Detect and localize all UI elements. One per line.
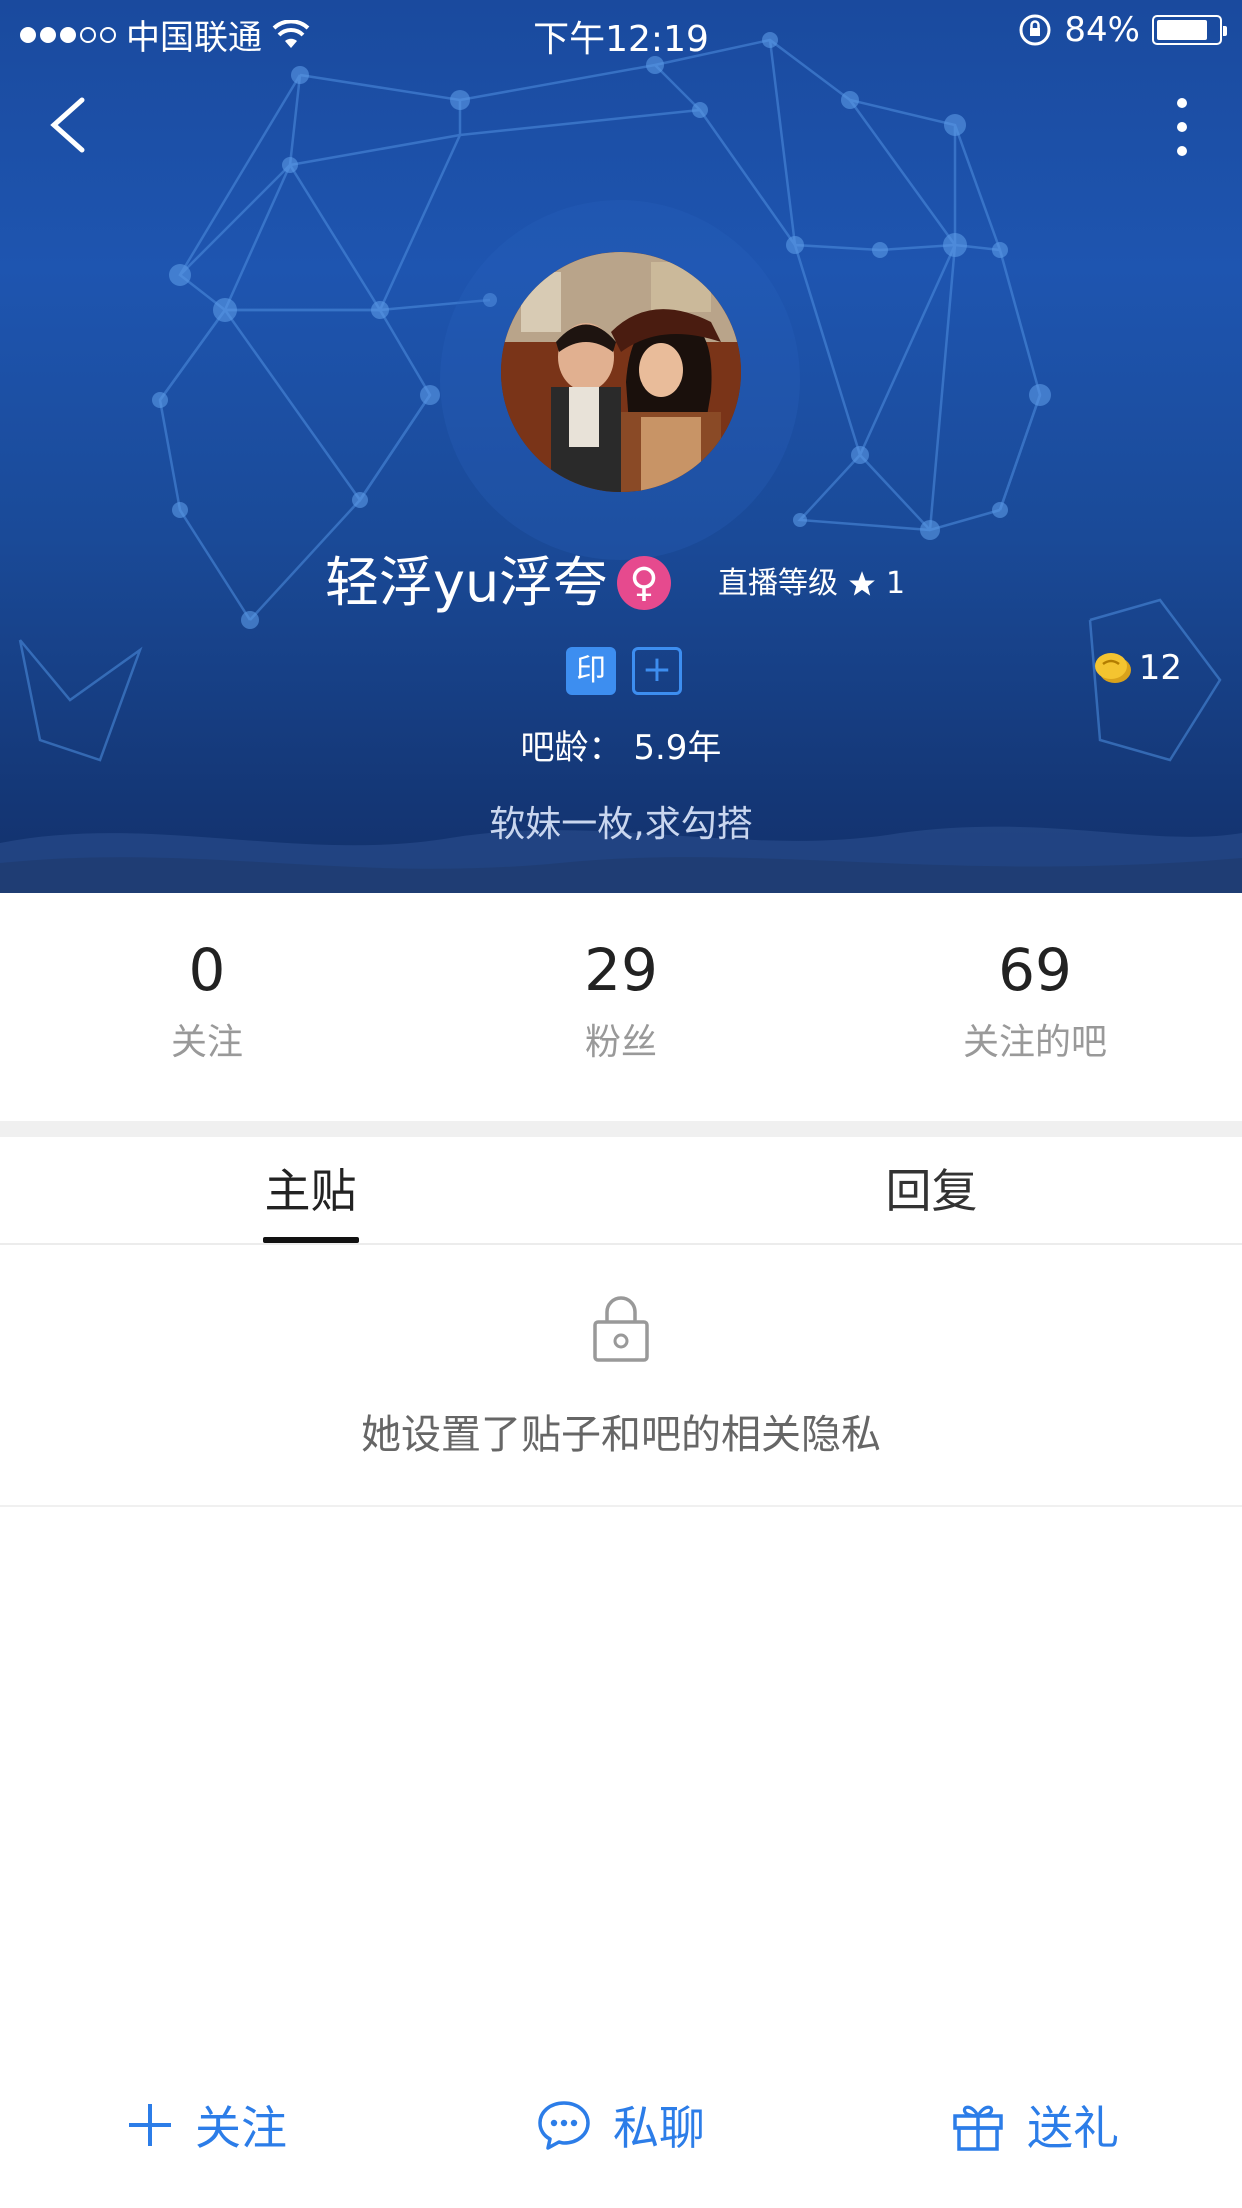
badge-row: 印 + <box>566 647 682 695</box>
live-level-label: 直播等级 <box>718 566 838 601</box>
tab-bar: 主贴 回复 <box>0 1137 1242 1245</box>
stat-followed-bars-label: 关注的吧 <box>962 1022 1107 1063</box>
section-divider <box>0 1121 1242 1137</box>
seal-badge[interactable]: 印 <box>566 647 616 695</box>
bar-age: 吧龄： 5.9年 <box>520 728 722 768</box>
privacy-notice: 她设置了贴子和吧的相关隐私 <box>0 1247 1242 1507</box>
send-gift-button[interactable]: 送礼 <box>828 2070 1242 2180</box>
signature: 软妹一枚,求勾搭 <box>489 804 753 845</box>
user-name: 轻浮yu浮夸 <box>325 551 608 614</box>
chat-bubble-icon <box>538 2101 590 2150</box>
stat-following-label: 关注 <box>170 1022 243 1063</box>
coin-icon <box>1094 653 1131 683</box>
name-row: 轻浮yu浮夸 ♀ 直播等级 1 <box>0 548 1242 618</box>
bottom-action-bar: 关注 私聊 送礼 <box>0 2070 1242 2180</box>
privacy-text: 她设置了贴子和吧的相关隐私 <box>361 1412 881 1458</box>
stat-following-value: 0 <box>188 936 226 1004</box>
battery-percent: 84% <box>1064 10 1140 50</box>
status-right: 84% <box>1018 10 1227 50</box>
stat-following[interactable]: 0 关注 <box>0 893 414 1121</box>
avatar-photo <box>501 252 741 492</box>
active-tab-indicator <box>262 1237 359 1243</box>
coin-count: 12 <box>1138 648 1182 688</box>
live-level-badge[interactable]: 直播等级 1 <box>716 562 905 606</box>
live-level-value: 1 <box>886 566 906 601</box>
battery-icon <box>1152 15 1227 45</box>
private-chat-button[interactable]: 私聊 <box>414 2070 828 2180</box>
rotation-lock-icon <box>1019 14 1051 46</box>
tab-replies-label: 回复 <box>885 1164 978 1218</box>
stat-followed-bars-value: 69 <box>998 936 1072 1004</box>
chat-label: 私聊 <box>613 2101 705 2155</box>
stat-fans[interactable]: 29 粉丝 <box>414 893 828 1121</box>
stats-row: 0 关注 29 粉丝 69 关注的吧 <box>0 893 1242 1121</box>
gift-label: 送礼 <box>1027 2101 1119 2155</box>
stat-fans-value: 29 <box>584 936 658 1004</box>
more-options-button[interactable] <box>1162 95 1202 160</box>
gift-icon <box>953 2105 1003 2151</box>
star-icon <box>849 571 875 596</box>
plus-icon <box>129 2104 171 2146</box>
tab-threads[interactable]: 主贴 <box>0 1137 621 1243</box>
stat-followed-bars[interactable]: 69 关注的吧 <box>828 893 1242 1121</box>
follow-button[interactable]: 关注 <box>0 2070 414 2180</box>
tab-threads-label: 主贴 <box>264 1164 357 1218</box>
back-button[interactable] <box>40 90 100 160</box>
stat-fans-label: 粉丝 <box>584 1022 657 1063</box>
add-badge-button[interactable]: + <box>632 647 682 695</box>
lock-icon <box>593 1296 649 1362</box>
follow-label: 关注 <box>195 2101 287 2155</box>
tab-replies[interactable]: 回复 <box>621 1137 1242 1243</box>
tdou-coins[interactable]: 12 <box>1093 648 1182 688</box>
female-gender-icon: ♀ <box>617 556 671 610</box>
status-bar: 中国联通 下午12:19 84% <box>0 0 1242 60</box>
avatar[interactable] <box>501 252 741 492</box>
